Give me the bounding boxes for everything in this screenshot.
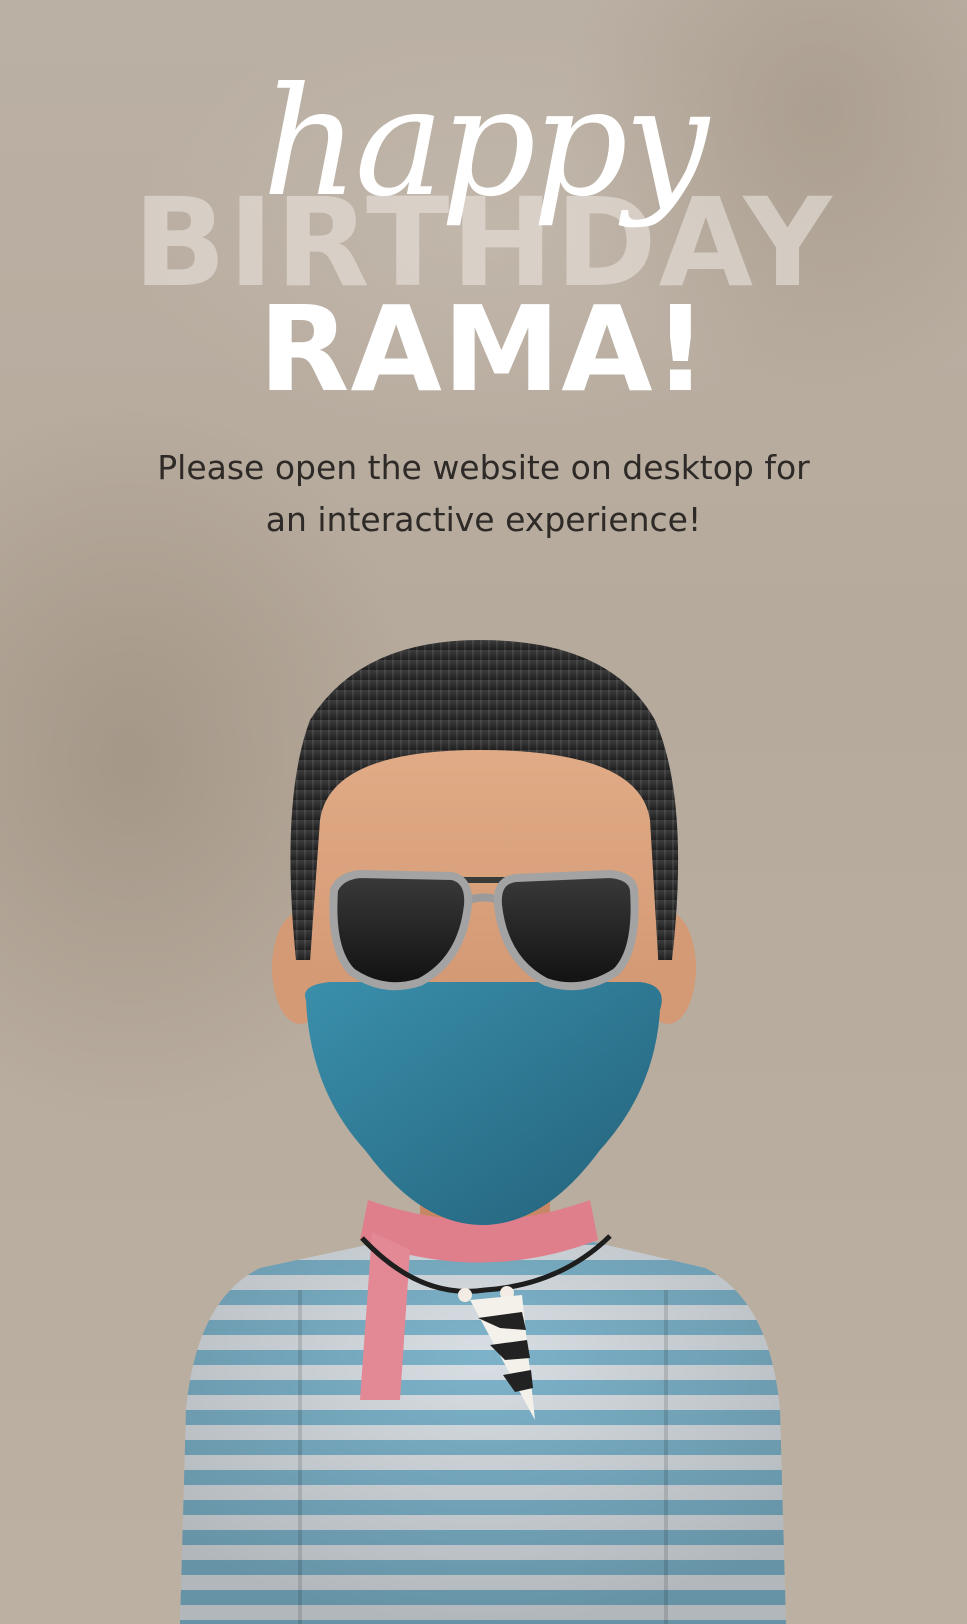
avatar-illustration <box>180 640 786 1624</box>
mobile-landing-page: BIRTHDAY happy RAMA! Please open the web… <box>0 0 967 1624</box>
face-mask <box>305 982 662 1225</box>
shirt <box>180 1240 786 1624</box>
